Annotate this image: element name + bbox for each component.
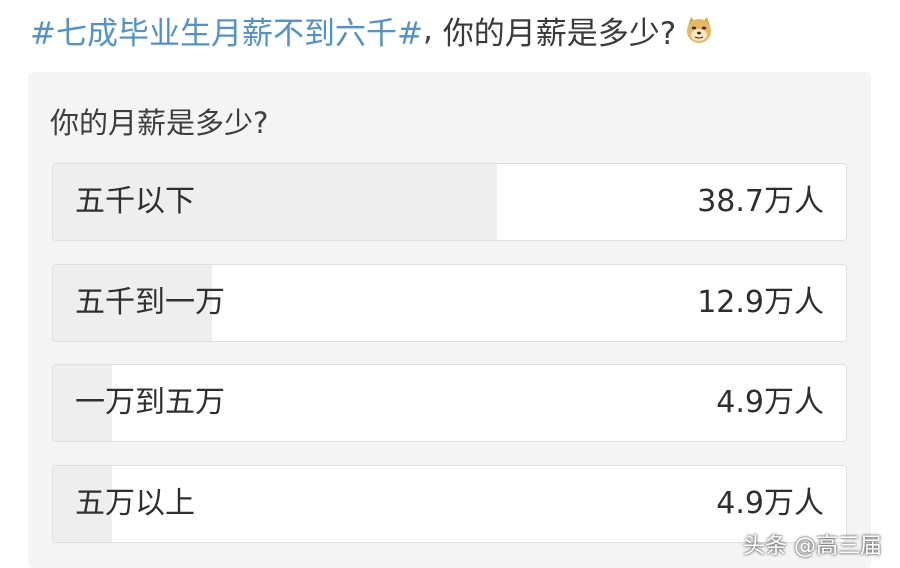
poll-option-label: 五万以上	[75, 486, 195, 521]
poll-option-label: 五千到一万	[75, 285, 225, 320]
poll-option-5k-to-10k[interactable]: 五千到一万 12.9万人	[52, 264, 847, 342]
post-headline: #七成毕业生月薪不到六千# , 你的月薪是多少?	[30, 8, 714, 52]
poll-option-under-5k[interactable]: 五千以下 38.7万人	[52, 163, 847, 241]
watermark: 头条 @高三届	[743, 534, 882, 559]
poll-question: 你的月薪是多少?	[50, 106, 269, 140]
poll-option-10k-to-50k[interactable]: 一万到五万 4.9万人	[52, 364, 847, 442]
weibo-poll-screenshot: #七成毕业生月薪不到六千# , 你的月薪是多少? 你的月薪是多少? 五千以下 3…	[0, 0, 900, 568]
headline-comma: ,	[422, 12, 433, 48]
poll-card: 你的月薪是多少? 五千以下 38.7万人 五千到一万 12.9万人 一万到五万 …	[28, 72, 871, 568]
poll-option-over-50k[interactable]: 五万以上 4.9万人	[52, 465, 847, 543]
poll-option-count: 4.9万人	[716, 385, 824, 420]
poll-option-label: 一万到五万	[75, 385, 225, 420]
poll-option-count: 12.9万人	[697, 285, 824, 320]
headline-text: 你的月薪是多少?	[442, 15, 677, 52]
poll-option-label: 五千以下	[75, 184, 195, 219]
hashtag-link[interactable]: #七成毕业生月薪不到六千#	[30, 8, 423, 53]
poll-option-count: 38.7万人	[697, 184, 824, 219]
doge-emoji-icon	[684, 15, 714, 45]
